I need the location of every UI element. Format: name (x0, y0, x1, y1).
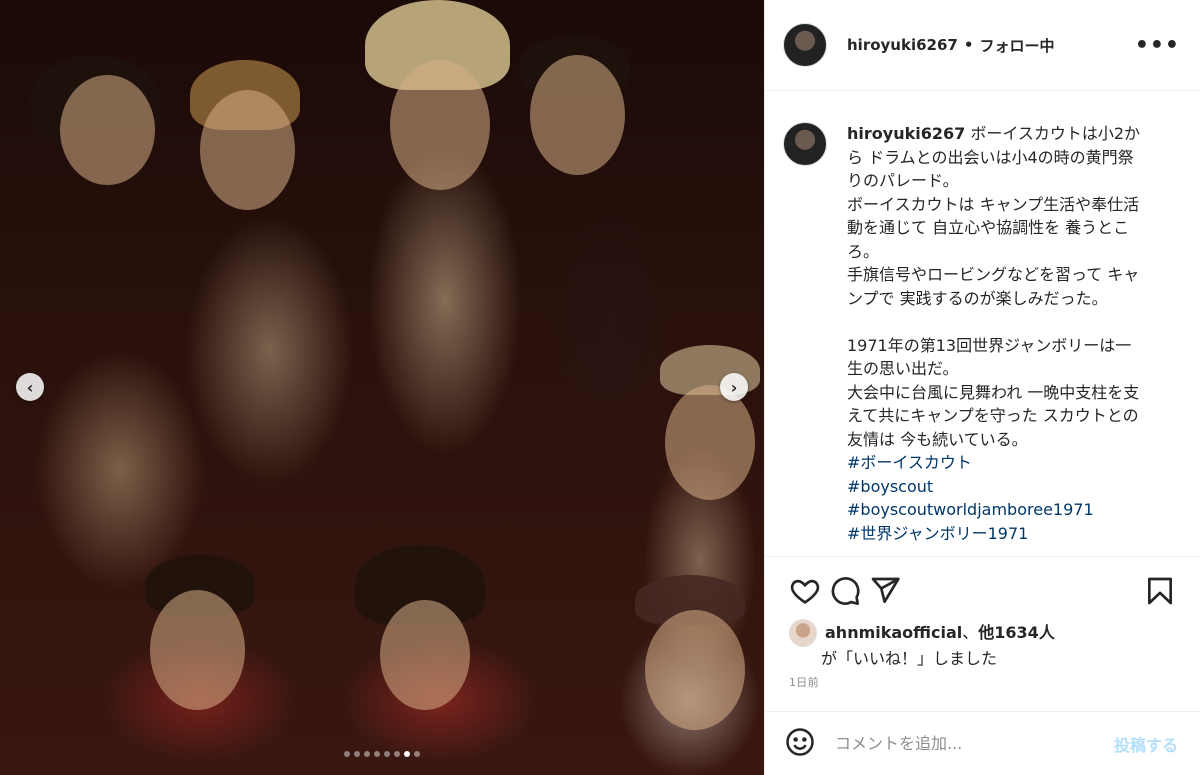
likes-joiner: 、 (962, 623, 979, 642)
carousel-next-button[interactable]: › (720, 373, 748, 401)
liker-username[interactable]: ahnmikaofficial (825, 621, 962, 645)
carousel-dot (384, 751, 390, 757)
author-username[interactable]: hiroyuki6267 (847, 36, 958, 54)
share-icon (871, 577, 900, 603)
hashtag-link[interactable]: #世界ジャンボリー1971 (847, 522, 1147, 546)
comment-icon (831, 577, 860, 605)
liker-avatar[interactable] (789, 619, 817, 647)
photo-detail (665, 385, 755, 500)
carousel-dot (374, 751, 380, 757)
carousel-indicator (0, 751, 764, 757)
other-likers-link[interactable]: 他1634人 (978, 621, 1055, 645)
comment-bar: 投稿する (765, 711, 1200, 775)
carousel-dot (404, 751, 410, 757)
hashtag-list: #ボーイスカウト #boyscout #boyscoutworldjamboree1… (847, 451, 1147, 545)
carousel-dot (354, 751, 360, 757)
save-button[interactable] (1140, 571, 1180, 611)
post-timestamp[interactable]: 1日前 (789, 674, 819, 690)
caption-area[interactable]: hiroyuki6267 ボーイスカウトは小2から ドラムとの出会いは小4の時の… (765, 91, 1200, 557)
likes-summary: ahnmikaofficial、他1634人 が「いいね！」しました (789, 619, 1180, 671)
carousel-dot (344, 751, 350, 757)
emoji-icon (786, 727, 814, 756)
carousel-dot (394, 751, 400, 757)
hashtag-link[interactable]: #boyscoutworldjamboree1971 (847, 498, 1147, 522)
more-options-icon[interactable]: ••• (1135, 33, 1180, 58)
follow-status-button[interactable]: フォロー中 (979, 35, 1054, 56)
like-button[interactable] (785, 571, 825, 611)
post-actions (785, 568, 1180, 614)
post-comment-button[interactable]: 投稿する (1114, 732, 1178, 756)
comment-input[interactable] (833, 733, 1114, 754)
bookmark-icon (1148, 577, 1172, 605)
emoji-button[interactable] (785, 727, 815, 761)
header-separator: • (963, 36, 974, 54)
carousel-dot (364, 751, 370, 757)
author-avatar[interactable] (783, 23, 827, 67)
hashtag-link[interactable]: #boyscout (847, 475, 1147, 499)
photo-detail (150, 590, 245, 710)
post-sidebar: hiroyuki6267 • フォロー中 ••• hiroyuki6267 ボー… (764, 0, 1200, 775)
hashtag-link[interactable]: #ボーイスカウト (847, 451, 1147, 475)
photo-detail (200, 90, 295, 210)
photo-detail (60, 75, 155, 185)
comment-button[interactable] (825, 571, 865, 611)
caption-username[interactable]: hiroyuki6267 (847, 124, 965, 143)
photo-detail (645, 610, 745, 730)
share-button[interactable] (865, 571, 905, 611)
carousel-dot (414, 751, 420, 757)
post-header: hiroyuki6267 • フォロー中 ••• (765, 0, 1200, 91)
caption-author-avatar[interactable] (783, 122, 827, 166)
photo-detail (530, 55, 625, 175)
caption: hiroyuki6267 ボーイスカウトは小2から ドラムとの出会いは小4の時の… (847, 122, 1147, 545)
caption-body: ボーイスカウトは小2から ドラムとの出会いは小4の時の黄門祭りのパレード。 ボー… (847, 124, 1141, 449)
carousel-prev-button[interactable]: ‹ (16, 373, 44, 401)
photo-detail (390, 60, 490, 190)
photo-detail (380, 600, 470, 710)
post-photo[interactable]: ‹ › (0, 0, 764, 775)
likes-suffix: が「いいね！」しました (821, 649, 998, 668)
heart-icon (790, 579, 820, 604)
